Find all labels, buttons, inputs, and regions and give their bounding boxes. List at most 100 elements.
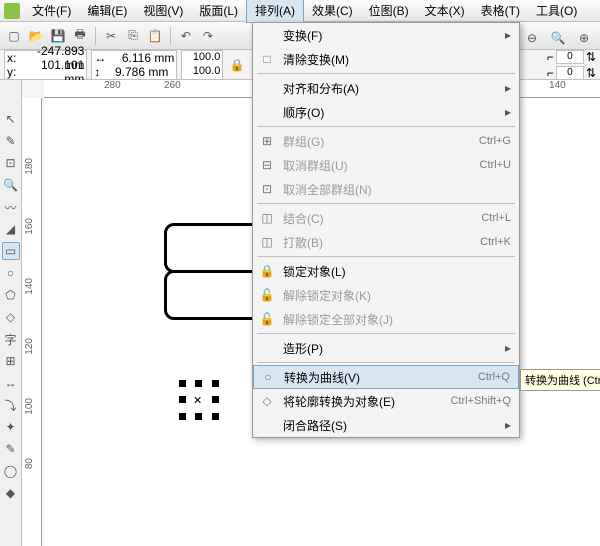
- menu-item[interactable]: 对齐和分布(A)▸: [253, 76, 519, 100]
- handle-b[interactable]: [195, 413, 202, 420]
- undo-icon[interactable]: ↶: [176, 26, 196, 46]
- redo-icon[interactable]: ↷: [198, 26, 218, 46]
- polygon-tool-icon[interactable]: ⬠: [2, 286, 20, 304]
- menu-item-shortcut: Ctrl+Q: [478, 371, 510, 383]
- menu-bitmap[interactable]: 位图(B): [361, 0, 417, 22]
- menu-item[interactable]: □清除变换(M): [253, 47, 519, 71]
- copy-icon[interactable]: ⎘: [123, 26, 143, 46]
- menu-table[interactable]: 表格(T): [473, 0, 528, 22]
- rectangle-tool-icon[interactable]: ▭: [2, 242, 20, 260]
- menu-item[interactable]: ○转换为曲线(V)Ctrl+Q: [253, 365, 519, 389]
- menu-item[interactable]: 闭合路径(S)▸: [253, 413, 519, 437]
- menu-item: 🔓解除锁定对象(K): [253, 283, 519, 307]
- menubar: 文件(F) 编辑(E) 视图(V) 版面(L) 排列(A) 效果(C) 位图(B…: [0, 0, 600, 22]
- ruler-tick: 100: [24, 398, 35, 415]
- zoom-fit-icon[interactable]: ⊕: [574, 28, 594, 48]
- handle-tl[interactable]: [179, 380, 186, 387]
- handle-tr[interactable]: [212, 380, 219, 387]
- handle-r[interactable]: [212, 396, 219, 403]
- menu-layout[interactable]: 版面(L): [191, 0, 246, 22]
- text-tool-icon[interactable]: 字: [2, 330, 20, 348]
- menu-edit[interactable]: 编辑(E): [79, 0, 135, 22]
- zoom-tool-icon[interactable]: 🔍: [2, 176, 20, 194]
- crop-tool-icon[interactable]: ⊡: [2, 154, 20, 172]
- save-icon[interactable]: 💾: [48, 26, 68, 46]
- cut-icon[interactable]: ✂: [101, 26, 121, 46]
- submenu-arrow-icon: ▸: [505, 28, 511, 42]
- connector-tool-icon[interactable]: ⤵: [2, 396, 20, 414]
- handle-br[interactable]: [212, 413, 219, 420]
- smart-fill-icon[interactable]: ◢: [2, 220, 20, 238]
- width-value[interactable]: 6.116 mm: [108, 51, 176, 65]
- y-label: y:: [5, 65, 18, 79]
- handle-bl[interactable]: [179, 413, 186, 420]
- menu-item-icon: ⊞: [259, 133, 275, 149]
- zoom-in-icon[interactable]: 🔍: [548, 28, 568, 48]
- toolbox: ↖ ✎ ⊡ 🔍 〰 ◢ ▭ ○ ⬠ ◇ 字 ⊞ ↔ ⤵ ✦ ✎ ◯ ◆: [0, 80, 22, 546]
- scale-y[interactable]: 100.0: [182, 65, 222, 79]
- menu-item-label: 取消群组(U): [283, 157, 348, 174]
- ruler-tick: 120: [24, 338, 35, 355]
- menu-file[interactable]: 文件(F): [24, 0, 79, 22]
- menu-item: ◫结合(C)Ctrl+L: [253, 206, 519, 230]
- eyedropper-tool-icon[interactable]: ✎: [2, 440, 20, 458]
- handle-t[interactable]: [195, 380, 202, 387]
- spinner-icon[interactable]: ⇅: [586, 50, 596, 64]
- menu-item[interactable]: 变换(F)▸: [253, 23, 519, 47]
- corner-value-2[interactable]: 0: [556, 66, 584, 80]
- corner-value-1[interactable]: 0: [556, 50, 584, 64]
- menu-item-shortcut: Ctrl+U: [480, 159, 511, 171]
- menu-item[interactable]: ◇将轮廓转换为对象(E)Ctrl+Shift+Q: [253, 389, 519, 413]
- table-tool-icon[interactable]: ⊞: [2, 352, 20, 370]
- menu-item: 🔓解除锁定全部对象(J): [253, 307, 519, 331]
- menu-item-shortcut: Ctrl+Shift+Q: [450, 395, 511, 407]
- basic-shapes-icon[interactable]: ◇: [2, 308, 20, 326]
- zoom-out-icon[interactable]: ⊖: [522, 28, 542, 48]
- handle-l[interactable]: [179, 396, 186, 403]
- selected-object[interactable]: ✕: [179, 380, 219, 420]
- ruler-tick: 140: [549, 80, 566, 91]
- dimension-tool-icon[interactable]: ↔: [2, 374, 20, 392]
- dimension-box: ↔6.116 mm ↕9.786 mm: [91, 50, 177, 80]
- outline-tool-icon[interactable]: ◯: [2, 462, 20, 480]
- menu-separator: [257, 333, 515, 334]
- right-property: ⌐0⇅ ⌐0⇅: [547, 50, 596, 80]
- menu-item[interactable]: 🔒锁定对象(L): [253, 259, 519, 283]
- menu-item-icon: ◫: [259, 210, 275, 226]
- menu-item-shortcut: Ctrl+G: [479, 135, 511, 147]
- shape-tool-icon[interactable]: ✎: [2, 132, 20, 150]
- corner-icon: ⌐: [547, 50, 554, 64]
- menu-tools[interactable]: 工具(O): [528, 0, 585, 22]
- new-icon[interactable]: ▢: [4, 26, 24, 46]
- submenu-arrow-icon: ▸: [505, 105, 511, 119]
- print-icon[interactable]: 🖶: [70, 26, 90, 46]
- pick-tool-icon[interactable]: ↖: [2, 110, 20, 128]
- height-arrow-icon: ↕: [92, 65, 102, 79]
- interactive-tool-icon[interactable]: ✦: [2, 418, 20, 436]
- menu-arrange[interactable]: 排列(A): [246, 0, 304, 23]
- menu-item-label: 解除锁定对象(K): [283, 287, 371, 304]
- paste-icon[interactable]: 📋: [145, 26, 165, 46]
- menu-item: ⊡取消全部群组(N): [253, 177, 519, 201]
- height-value[interactable]: 9.786 mm: [102, 65, 170, 79]
- menu-item[interactable]: 造形(P)▸: [253, 336, 519, 360]
- menu-effects[interactable]: 效果(C): [304, 0, 361, 22]
- menu-view[interactable]: 视图(V): [135, 0, 191, 22]
- menu-item-label: 闭合路径(S): [283, 417, 347, 434]
- fill-tool-icon[interactable]: ◆: [2, 484, 20, 502]
- ruler-vertical: 180 160 140 120 100 80: [22, 98, 42, 546]
- scale-x[interactable]: 100.0: [182, 51, 222, 65]
- menu-separator: [257, 362, 515, 363]
- menu-item-icon: ○: [260, 369, 276, 385]
- zoom-controls: ⊖ 🔍 ⊕: [522, 28, 594, 48]
- freehand-tool-icon[interactable]: 〰: [2, 198, 20, 216]
- lock-aspect-icon[interactable]: 🔒: [227, 55, 247, 75]
- menu-text[interactable]: 文本(X): [417, 0, 473, 22]
- menu-item[interactable]: 顺序(O)▸: [253, 100, 519, 124]
- ruler-tick: 260: [164, 80, 181, 91]
- menu-separator: [257, 73, 515, 74]
- spinner-icon[interactable]: ⇅: [586, 66, 596, 80]
- open-icon[interactable]: 📂: [26, 26, 46, 46]
- ellipse-tool-icon[interactable]: ○: [2, 264, 20, 282]
- scale-box: 100.0 100.0: [181, 50, 223, 80]
